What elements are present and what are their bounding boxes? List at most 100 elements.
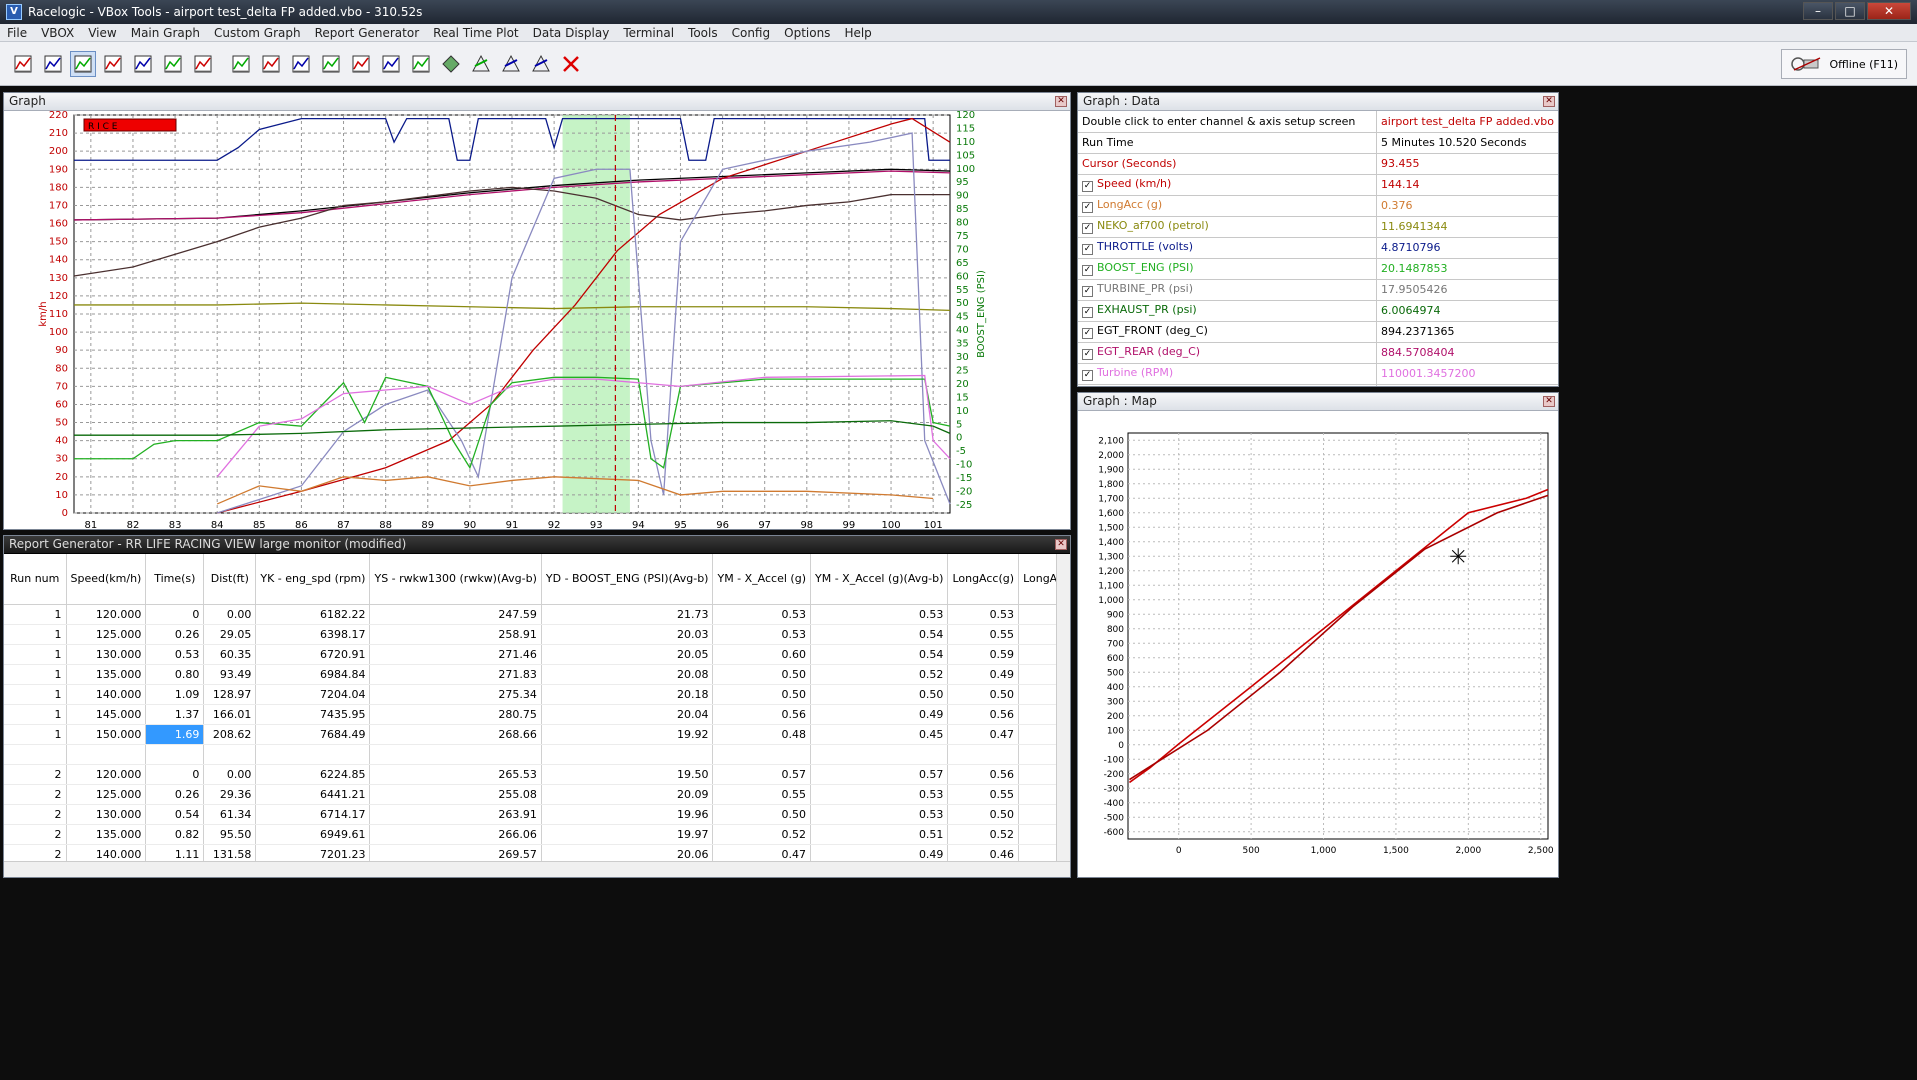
table-cell[interactable]: 0.53 [810,604,949,625]
table-cell[interactable]: 1 [4,664,67,685]
table-row[interactable]: 1 140.000 1.09 128.97 7204.04 275.34 20.18 0.50… [4,684,1056,705]
menu-item-real-time-plot[interactable]: Real Time Plot [426,26,525,40]
table-cell[interactable]: 0.00 [203,604,257,625]
close-icon[interactable]: ✕ [1055,96,1067,107]
table-row[interactable]: 2 135.000 0.82 95.50 6949.61 266.06 19.97 0.52 0… [4,824,1056,845]
menu-item-custom-graph[interactable]: Custom Graph [207,26,308,40]
table-cell[interactable]: 0.53 [1018,604,1056,625]
table-cell[interactable]: 271.83 [369,664,542,685]
table-row[interactable]: 2 140.000 1.11 131.58 7201.23 269.57 20.06 0.47… [4,844,1056,861]
table-row[interactable]: 1 120.000 0 0.00 6182.22 247.59 21.73 0.53 0.53 0… [4,604,1056,625]
table-cell[interactable]: 258.91 [369,624,542,645]
table-cell[interactable]: 1 [4,624,67,645]
report-horizontal-scrollbar[interactable] [4,861,1070,877]
table-cell[interactable]: 0.52 [712,824,811,845]
table-row[interactable]: 2 120.000 0 0.00 6224.85 265.53 19.50 0.57 0.57 0… [4,764,1056,785]
table-cell[interactable]: 21.73 [541,604,714,625]
table-cell[interactable]: 208.62 [203,724,257,745]
menu-item-help[interactable]: Help [837,26,878,40]
table-row[interactable]: 1 135.000 0.80 93.49 6984.84 271.83 20.08 0.50 0… [4,664,1056,685]
table-cell[interactable]: 0.53 [947,604,1020,625]
table-cell[interactable]: 1.69 [145,724,205,745]
column-header[interactable]: LongAcc(g)(Avg-b) [1018,554,1056,605]
table-cell[interactable]: 0.47 [947,724,1020,745]
table-cell[interactable]: 0.51 [810,824,949,845]
grid-icon[interactable] [378,51,404,77]
table-cell[interactable]: 0.53 [712,604,811,625]
mark-a-icon[interactable] [468,51,494,77]
table-cell[interactable]: 0.48 [712,724,811,745]
table-cell[interactable]: 131.58 [203,844,257,861]
channel-row[interactable]: ✓ TURBINE_PR (psi) 17.9505426 [1078,279,1558,301]
table-cell[interactable]: 1 [4,604,67,625]
table-cell[interactable]: 0.51 [1018,664,1056,685]
setup-hint[interactable]: Double click to enter channel & axis set… [1078,111,1378,133]
column-header[interactable]: YS - rwkw1300 (rwkw)(Avg-b) [369,554,542,605]
table-icon[interactable] [408,51,434,77]
table-cell[interactable]: 263.91 [369,804,542,825]
table-cell[interactable] [810,744,949,765]
table-cell[interactable]: 0.56 [1018,764,1056,785]
table-cell[interactable]: 0.53 [1018,644,1056,665]
menu-item-file[interactable]: File [0,26,34,40]
channel-row[interactable]: ✓ THROTTLE (volts) 4.8710796 [1078,237,1558,259]
table-cell[interactable]: 20.05 [541,644,714,665]
table-row[interactable]: 1 130.000 0.53 60.35 6720.91 271.46 20.05 0.60 0… [4,644,1056,665]
table-cell[interactable]: 95.50 [203,824,257,845]
table-cell[interactable]: 140.000 [66,684,147,705]
table-cell[interactable]: 1 [4,704,67,725]
table-cell[interactable]: 0.80 [145,664,205,685]
table-cell[interactable]: 130.000 [66,804,147,825]
menu-item-config[interactable]: Config [725,26,778,40]
table-cell[interactable]: 0.50 [712,664,811,685]
table-row[interactable]: 2 125.000 0.26 29.36 6441.21 255.08 20.09 0.55 0… [4,784,1056,805]
close-icon[interactable]: ✕ [1055,539,1067,550]
channel-checkbox[interactable]: ✓ [1082,223,1093,234]
table-cell[interactable]: 6714.17 [255,804,371,825]
table-cell[interactable]: 275.34 [369,684,542,705]
table-cell[interactable]: 60.35 [203,644,257,665]
maximize-button[interactable]: □ [1835,2,1865,20]
table-cell[interactable]: 7684.49 [255,724,371,745]
table-cell[interactable]: 6224.85 [255,764,371,785]
table-cell[interactable]: 0.56 [712,704,811,725]
table-cell[interactable]: 0.54 [145,804,205,825]
table-cell[interactable]: 0.26 [145,624,205,645]
table-cell[interactable]: 0.44 [1018,724,1056,745]
channel-checkbox[interactable]: ✓ [1082,370,1093,381]
table-cell[interactable]: 125.000 [66,784,147,805]
table-cell[interactable]: 145.000 [66,704,147,725]
table-cell[interactable]: 1 [4,644,67,665]
table-cell[interactable]: 0.52 [810,664,949,685]
table-cell[interactable]: 0.46 [947,844,1020,861]
menu-item-terminal[interactable]: Terminal [616,26,681,40]
menu-item-data-display[interactable]: Data Display [526,26,617,40]
channel-row[interactable]: ✓ LongAcc (g) 0.376 [1078,195,1558,217]
table-cell[interactable] [4,744,67,765]
report-icon[interactable] [130,51,156,77]
table-row[interactable]: 1 125.000 0.26 29.05 6398.17 258.91 20.03 0.53 0… [4,624,1056,645]
table-row[interactable] [4,744,1056,765]
lap-icon[interactable] [258,51,284,77]
table-cell[interactable]: 6398.17 [255,624,371,645]
table-cell[interactable]: 1.37 [145,704,205,725]
menu-item-tools[interactable]: Tools [681,26,725,40]
menu-item-report-generator[interactable]: Report Generator [308,26,427,40]
table-cell[interactable]: 0 [145,604,205,625]
table-cell[interactable]: 0.49 [810,844,949,861]
table-cell[interactable]: 0.00 [203,764,257,785]
table-cell[interactable]: 20.08 [541,664,714,685]
table-cell[interactable] [712,744,811,765]
table-cell[interactable]: 135.000 [66,824,147,845]
table-cell[interactable]: 6182.22 [255,604,371,625]
column-header[interactable]: YM - X_Accel (g) [712,554,811,605]
table-cell[interactable]: 0.55 [947,624,1020,645]
table-cell[interactable]: 266.06 [369,824,542,845]
mark-b-icon[interactable] [498,51,524,77]
table-cell[interactable]: 20.04 [541,704,714,725]
table-cell[interactable]: 0.51 [1018,804,1056,825]
table-cell[interactable]: 140.000 [66,844,147,861]
table-cell[interactable]: 0.45 [810,724,949,745]
channel-checkbox[interactable]: ✓ [1082,349,1093,360]
track-map-chart[interactable]: 2,100 2,000 1,900 1,800 1,700 1,600 1,500 1,400… [1078,411,1558,877]
